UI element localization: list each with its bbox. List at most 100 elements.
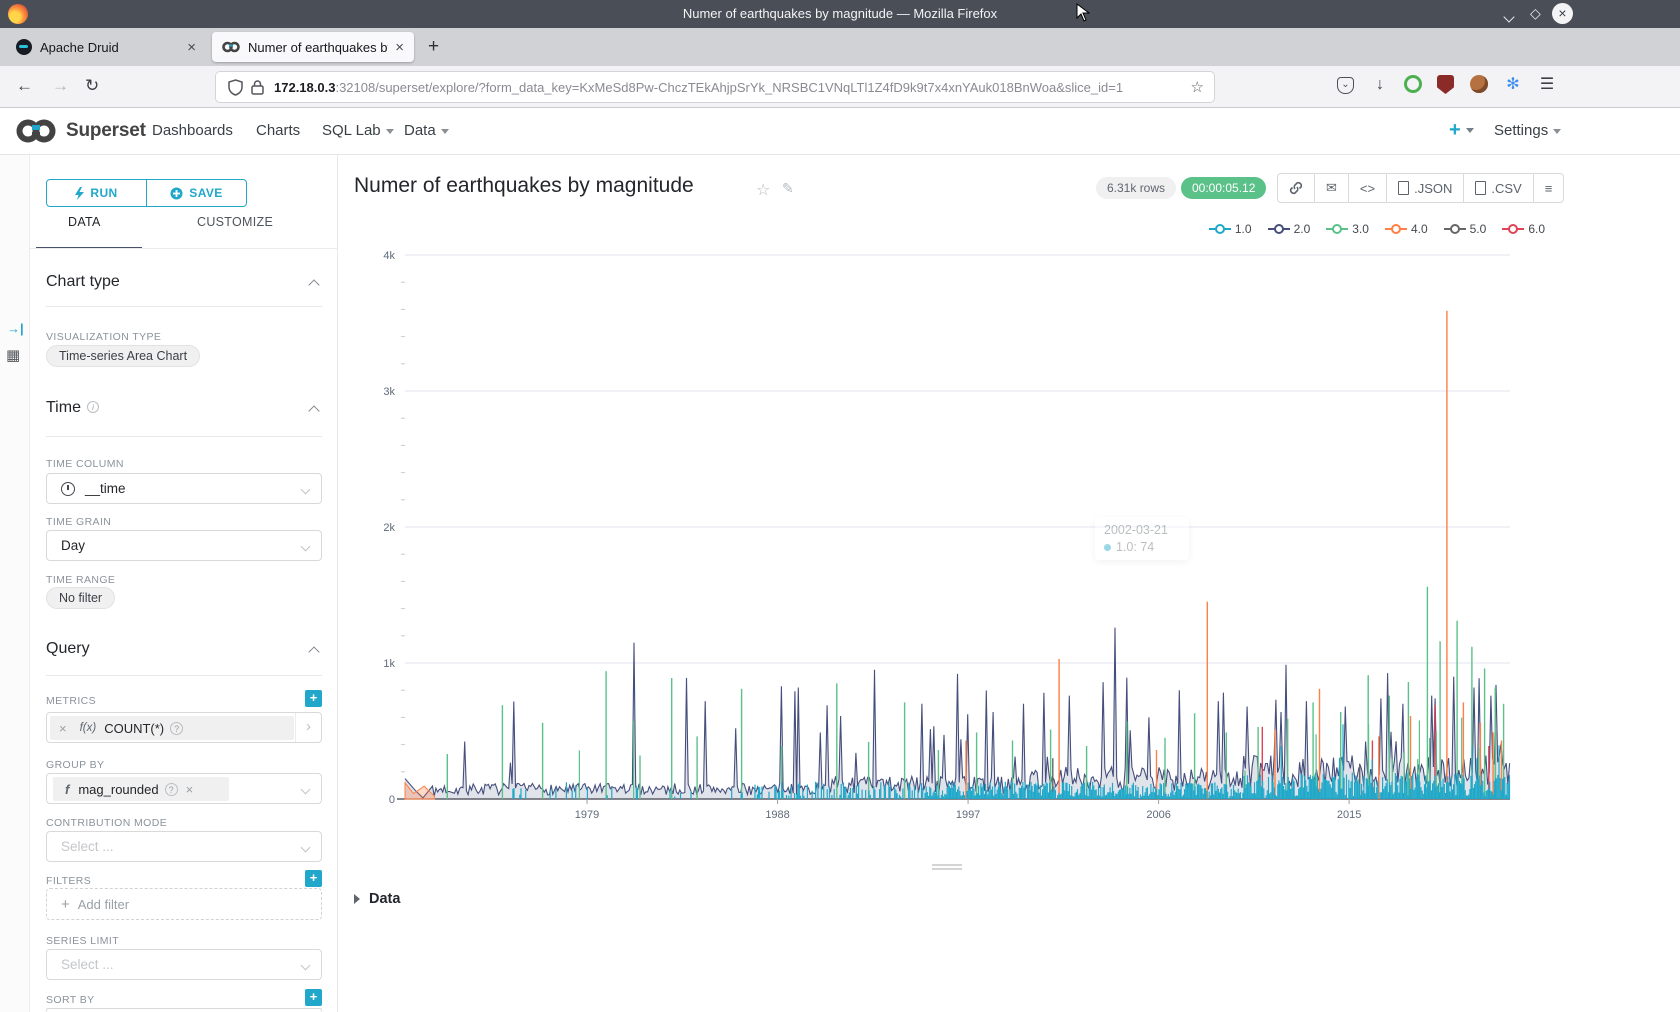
time-grain-select[interactable]: Day	[46, 530, 322, 561]
nav-settings[interactable]: Settings	[1494, 122, 1561, 139]
favorite-star-icon[interactable]: ☆	[756, 180, 770, 200]
tab-data[interactable]: DATA	[68, 215, 101, 229]
timeseries-chart[interactable]: 01k2k3k4k19791988199720062015	[340, 215, 1670, 840]
time-range-label: TIME RANGE	[46, 574, 115, 586]
save-button[interactable]: SAVE	[147, 180, 246, 206]
viz-type-pill[interactable]: Time-series Area Chart	[46, 345, 200, 367]
help-icon: ?	[170, 722, 183, 735]
window-titlebar[interactable]: Numer of earthquakes by magnitude — Mozi…	[0, 0, 1680, 28]
time-range-pill[interactable]: No filter	[46, 587, 115, 609]
run-button[interactable]: RUN	[47, 180, 147, 206]
add-filter-button[interactable]: +	[305, 870, 322, 887]
druid-favicon	[16, 39, 32, 55]
add-metric-button[interactable]: +	[305, 690, 322, 707]
left-rail: →| ▦	[0, 155, 30, 1012]
filters-label: FILTERS	[46, 875, 91, 887]
chevron-down-icon	[1553, 129, 1561, 134]
screen: Numer of earthquakes by magnitude — Mozi…	[0, 0, 1680, 1012]
minimize-button[interactable]	[1505, 8, 1513, 24]
insecure-lock-icon[interactable]	[251, 80, 264, 95]
more-options-button[interactable]: ≡	[1534, 174, 1564, 202]
url-bar[interactable]: 172.18.0.3:32108/superset/explore/?form_…	[215, 71, 1215, 103]
menu-icon[interactable]: ☰	[1537, 75, 1557, 95]
nav-dashboards[interactable]: Dashboards	[152, 122, 233, 139]
reload-icon[interactable]: ↻	[85, 76, 99, 96]
divider	[46, 436, 322, 437]
tab-close-icon[interactable]: ×	[187, 39, 196, 56]
metric-control[interactable]: × f(x) COUNT(*) ? ›	[46, 712, 322, 743]
expand-datasource-icon[interactable]: →|	[7, 321, 24, 336]
downloads-icon[interactable]: ↓	[1370, 75, 1390, 95]
panel-resize-handle[interactable]	[932, 864, 962, 872]
maximize-button[interactable]: ◇	[1530, 5, 1541, 22]
tab-customize[interactable]: CUSTOMIZE	[197, 215, 273, 229]
chevron-up-icon[interactable]	[308, 279, 319, 290]
series-limit-select[interactable]: Select ...	[46, 949, 322, 980]
nav-charts[interactable]: Charts	[256, 122, 300, 139]
pinwheel-extension-icon[interactable]: ✻	[1503, 75, 1523, 95]
share-link-button[interactable]	[1278, 174, 1315, 202]
expand-metric-icon[interactable]: ›	[295, 713, 321, 742]
remove-metric-icon[interactable]: ×	[59, 721, 67, 736]
tab-apache-druid[interactable]: Apache Druid ×	[6, 32, 206, 62]
palette-extension-icon[interactable]	[1470, 75, 1488, 93]
clock-icon	[61, 482, 75, 496]
section-time[interactable]: Timei	[46, 399, 99, 417]
superset-logo[interactable]: Superset	[14, 118, 146, 144]
svg-text:2k: 2k	[383, 522, 395, 534]
ublock-shield-icon[interactable]	[1437, 75, 1454, 94]
extension-green-icon[interactable]	[1404, 75, 1422, 93]
svg-text:1988: 1988	[765, 809, 789, 821]
superset-favicon	[222, 41, 240, 53]
hamburger-icon: ≡	[1545, 181, 1553, 196]
sortby-label: SORT BY	[46, 994, 95, 1006]
groupby-select[interactable]: f mag_rounded ? ×	[46, 773, 322, 804]
chevron-down-icon	[441, 129, 449, 134]
dataset-grid-icon[interactable]: ▦	[6, 346, 20, 364]
mouse-cursor	[1076, 3, 1090, 23]
chevron-up-icon[interactable]	[308, 405, 319, 416]
file-icon	[1475, 181, 1486, 195]
sortby-select[interactable]	[46, 1008, 322, 1012]
metrics-label: METRICS	[46, 695, 96, 707]
data-panel-header[interactable]: Data	[354, 891, 400, 907]
remove-groupby-icon[interactable]: ×	[186, 782, 194, 797]
tab-superset-chart[interactable]: Numer of earthquakes by ×	[212, 32, 414, 62]
column-fn-icon: f	[65, 782, 69, 797]
chart-title[interactable]: Numer of earthquakes by magnitude	[354, 174, 694, 198]
tracking-shield-icon[interactable]	[228, 79, 243, 96]
groupby-pill[interactable]: f mag_rounded ? ×	[53, 777, 229, 801]
nav-sql-lab[interactable]: SQL Lab	[322, 122, 394, 139]
svg-text:4k: 4k	[383, 250, 395, 262]
section-chart-type[interactable]: Chart type	[46, 273, 120, 291]
export-json-button[interactable]: .JSON	[1387, 174, 1464, 202]
bookmark-star-icon[interactable]: ☆	[1191, 78, 1204, 96]
file-icon	[1398, 181, 1409, 195]
nav-data[interactable]: Data	[404, 122, 449, 139]
edit-properties-icon[interactable]: ✎	[782, 180, 794, 197]
contribution-select[interactable]: Select ...	[46, 831, 322, 862]
divider	[46, 675, 322, 676]
url-text[interactable]: 172.18.0.3:32108/superset/explore/?form_…	[274, 80, 1191, 95]
svg-text:1k: 1k	[383, 658, 395, 670]
lightning-icon	[75, 187, 84, 200]
tab-close-icon[interactable]: ×	[395, 39, 404, 56]
email-button[interactable]: ✉	[1315, 174, 1349, 202]
metric-pill[interactable]: × f(x) COUNT(*) ?	[50, 716, 294, 740]
chart-area: Numer of earthquakes by magnitude ☆ ✎ 6.…	[338, 155, 1680, 1012]
time-column-select[interactable]: __time	[46, 473, 322, 504]
add-sortby-button[interactable]: +	[305, 989, 322, 1006]
close-window-button[interactable]: ×	[1552, 3, 1573, 24]
add-filter-dropzone[interactable]: + Add filter	[46, 888, 322, 920]
new-tab-button[interactable]: +	[428, 36, 439, 58]
back-icon[interactable]: ←	[16, 76, 33, 96]
forward-icon[interactable]: →	[52, 76, 69, 96]
pocket-icon[interactable]: ⌄	[1337, 77, 1354, 94]
chevron-up-icon[interactable]	[308, 646, 319, 657]
add-new-button[interactable]: +	[1449, 119, 1474, 142]
section-query[interactable]: Query	[46, 640, 90, 658]
run-save-group: RUN SAVE	[46, 179, 247, 207]
export-csv-button[interactable]: .CSV	[1464, 174, 1533, 202]
svg-text:2006: 2006	[1146, 809, 1170, 821]
view-query-button[interactable]: <>	[1349, 174, 1387, 202]
